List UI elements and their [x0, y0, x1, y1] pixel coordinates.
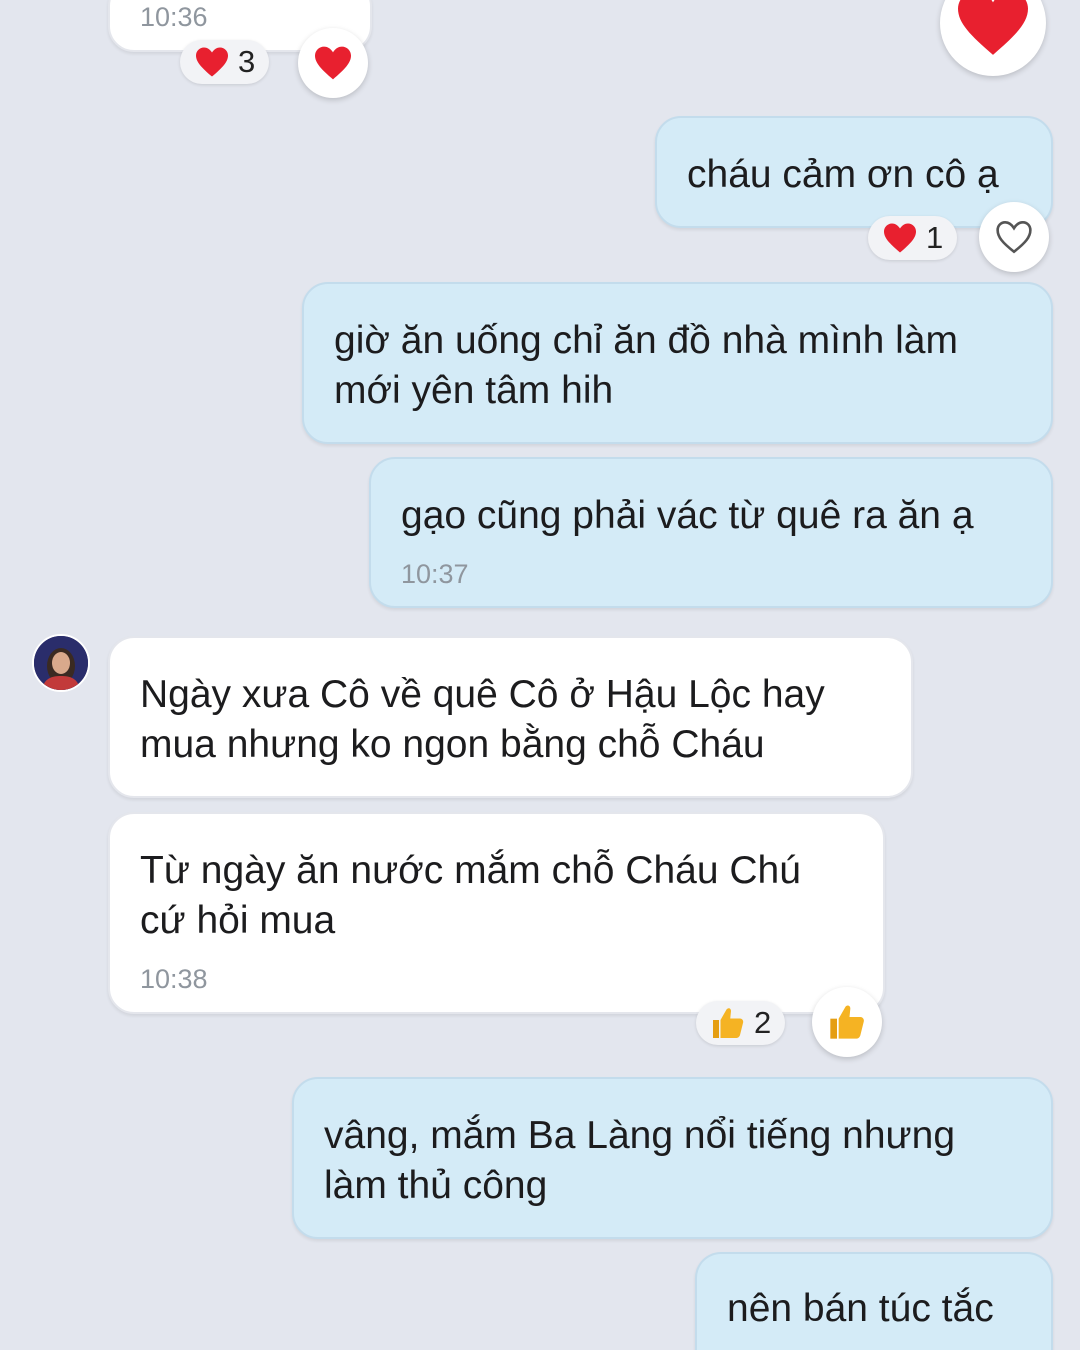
reaction-count: 2 [754, 1005, 772, 1040]
message-text: cháu cảm ơn cô ạ [687, 153, 999, 196]
heart-icon [196, 47, 228, 77]
message-bubble-outgoing[interactable]: gạo cũng phải vác từ quê ra ăn ạ 10:37 [369, 457, 1053, 608]
reaction-summary[interactable]: 1 [868, 216, 958, 260]
avatar[interactable] [32, 634, 90, 692]
thumbs-up-icon [830, 1005, 864, 1039]
reaction-count: 3 [238, 44, 256, 79]
message-bubble-incoming[interactable]: Từ ngày ăn nước mắm chỗ Cháu Chú cứ hỏi … [108, 812, 885, 1014]
heart-icon [315, 46, 351, 80]
heart-outline-icon [996, 220, 1032, 254]
message-text: nên bán túc tắc [727, 1287, 994, 1330]
message-text: gạo cũng phải vác từ quê ra ăn ạ [401, 494, 974, 537]
message-text: vâng, mắm Ba Làng nổi tiếng nhưng làm th… [324, 1114, 956, 1207]
message-text: giờ ăn uống chỉ ăn đồ nhà mình làm mới y… [334, 319, 958, 412]
reaction-summary[interactable]: 2 [696, 1001, 786, 1045]
heart-sticker[interactable] [940, 0, 1046, 76]
heart-icon [958, 0, 1028, 55]
react-button[interactable] [298, 28, 368, 98]
thumbs-up-icon [713, 1008, 744, 1038]
message-time: 10:37 [401, 559, 469, 589]
reaction-summary[interactable]: 3 [180, 40, 270, 84]
message-bubble-outgoing[interactable]: vâng, mắm Ba Làng nổi tiếng nhưng làm th… [292, 1077, 1053, 1239]
message-time: 10:36 [140, 2, 208, 32]
message-time: 10:38 [140, 964, 208, 994]
message-bubble-outgoing[interactable]: nên bán túc tắc [695, 1252, 1053, 1350]
message-text: Ngày xưa Cô về quê Cô ở Hậu Lộc hay mua … [140, 673, 825, 766]
react-button[interactable] [812, 987, 882, 1057]
reaction-count: 1 [926, 220, 944, 255]
message-bubble-outgoing[interactable]: giờ ăn uống chỉ ăn đồ nhà mình làm mới y… [302, 282, 1053, 444]
message-text: Từ ngày ăn nước mắm chỗ Cháu Chú cứ hỏi … [140, 849, 801, 942]
message-bubble-incoming[interactable]: Ngày xưa Cô về quê Cô ở Hậu Lộc hay mua … [108, 636, 913, 798]
react-button[interactable] [979, 202, 1049, 272]
heart-icon [884, 223, 916, 253]
